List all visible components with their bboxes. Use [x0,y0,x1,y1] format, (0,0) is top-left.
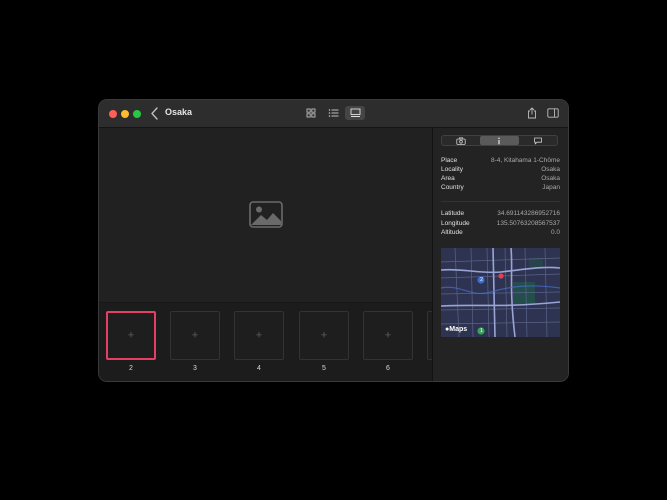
thumbnail[interactable]: + [299,311,349,360]
grid-view-button[interactable] [301,106,321,120]
location-map[interactable]: 2 1 ●Maps [441,248,560,337]
image-browser-window: Osaka + 2 + 3 + 4 + 5 + 6 Place 8-4, Kit… [99,100,568,381]
list-view-button[interactable] [323,106,343,120]
sidebar-toggle-button[interactable] [546,106,560,120]
tab-camera[interactable] [442,136,480,145]
place-label: Place [441,157,458,164]
locality-value: Osaka [541,166,560,173]
comment-icon [533,137,542,144]
thumbnail-label: 4 [257,365,261,372]
share-button[interactable] [525,106,539,120]
maps-logo-text: Maps [449,326,468,333]
maps-logo: ●Maps [445,326,467,333]
latitude-row: Latitude 34.691143286952716 [441,209,560,218]
thumbnail[interactable]: + [234,311,284,360]
thumbnail-label: 2 [129,365,133,372]
area-value: Osaka [541,175,560,182]
locality-row: Locality Osaka [441,165,560,174]
thumbnail[interactable]: + [170,311,220,360]
plus-icon: + [320,329,328,341]
locality-label: Locality [441,166,464,173]
thumbnail[interactable]: + [363,311,413,360]
country-value: Japan [542,184,560,191]
area-row: Area Osaka [441,174,560,183]
zoom-window-button[interactable] [133,110,141,118]
place-row: Place 8-4, Kitahama 1-Chōme [441,156,560,165]
longitude-value: 135.50763208567537 [496,220,560,227]
thumbnail-label: 3 [193,365,197,372]
window-title: Osaka [165,107,193,117]
altitude-label: Altitude [441,229,463,236]
plus-icon: + [127,329,135,341]
gallery-view-button[interactable] [345,106,365,120]
thumbnail-label: 5 [322,365,326,372]
thumbnail-label: 6 [386,365,390,372]
divider [441,201,560,202]
place-value: 8-4, Kitahama 1-Chōme [490,157,560,164]
highway-marker: 1 [480,328,483,334]
area-label: Area [441,175,455,182]
inspector-tabs [441,135,558,146]
country-row: Country Japan [441,183,560,192]
chevron-left-icon [151,107,158,120]
latitude-value: 34.691143286952716 [497,210,560,217]
tab-comment[interactable] [519,136,557,145]
image-preview[interactable] [99,128,432,302]
country-label: Country [441,184,464,191]
tab-info[interactable] [480,136,519,145]
altitude-row: Altitude 0.0 [441,228,560,237]
sidebar-right-icon [547,108,559,118]
share-icon [528,107,536,119]
map-roads [441,248,560,337]
plus-icon: + [384,329,392,341]
thumbnail[interactable]: + [106,311,156,360]
back-button[interactable] [149,106,161,121]
list-view-icon [328,109,338,117]
longitude-label: Longitude [441,220,470,227]
highway-marker: 2 [480,277,483,283]
photo-placeholder-icon [249,201,283,228]
close-window-button[interactable] [109,110,117,118]
info-icon [498,137,501,144]
plus-icon: + [191,329,199,341]
camera-icon [456,136,466,145]
longitude-row: Longitude 135.50763208567537 [441,219,560,228]
altitude-value: 0.0 [550,229,560,236]
thumbnail-strip: + 2 + 3 + 4 + 5 + 6 [99,302,433,381]
latitude-label: Latitude [441,210,465,217]
inspector-panel: Place 8-4, Kitahama 1-Chōme Locality Osa… [432,128,568,381]
gallery-view-icon [350,108,360,117]
titlebar: Osaka [99,100,568,128]
minimize-window-button[interactable] [121,110,129,118]
grid-view-icon [306,108,316,118]
plus-icon: + [255,329,263,341]
